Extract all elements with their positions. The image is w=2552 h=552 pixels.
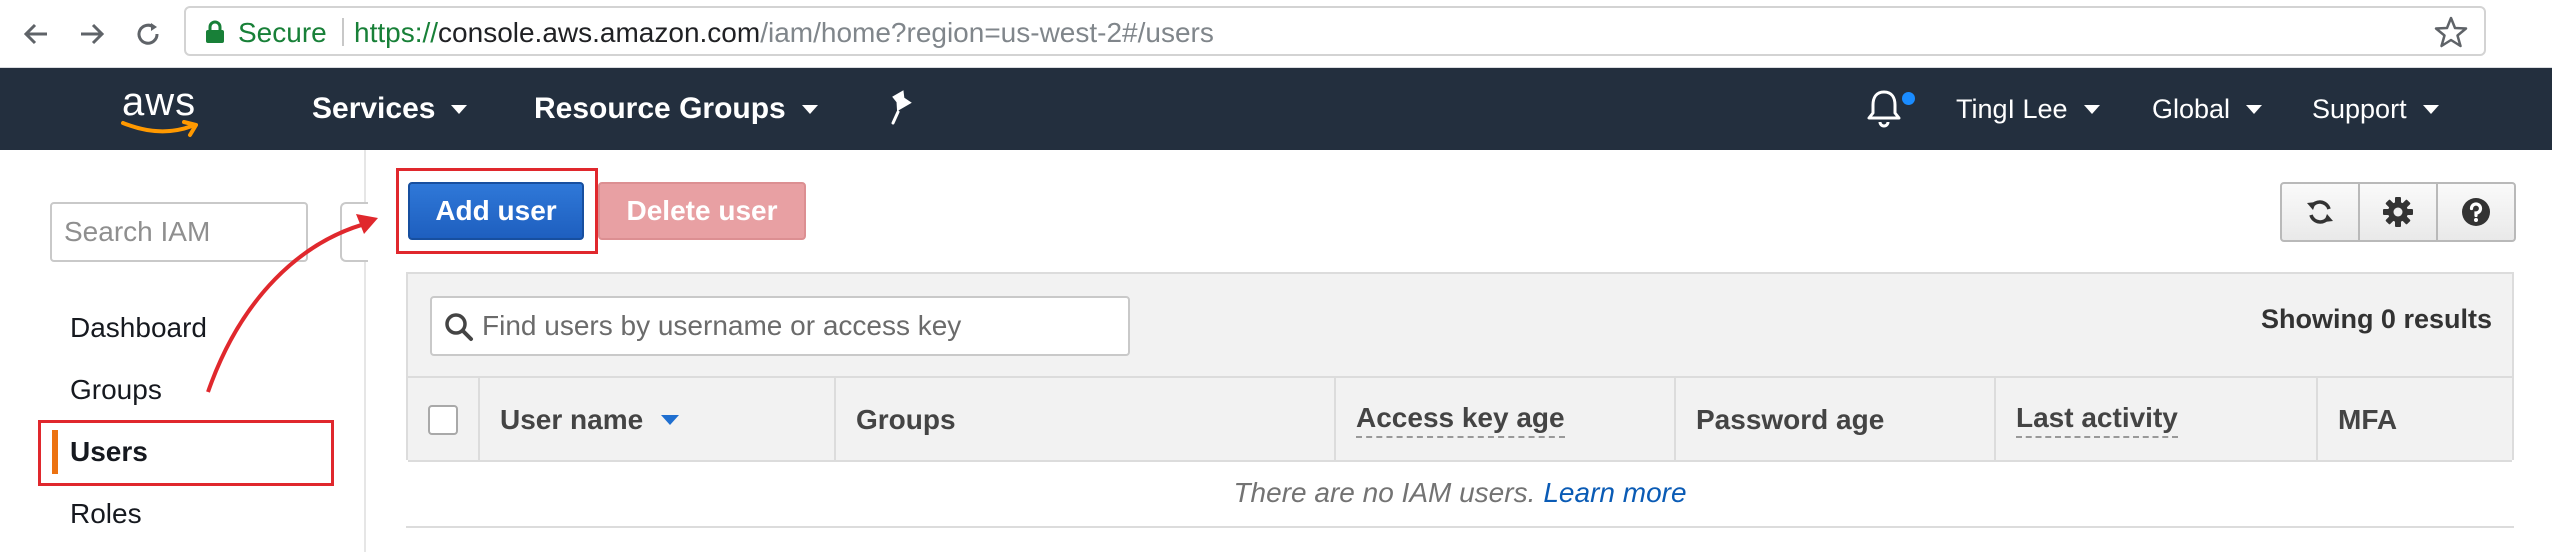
help-icon xyxy=(2462,198,2490,226)
pin-icon[interactable] xyxy=(884,90,918,126)
select-all-cell xyxy=(408,378,480,462)
password-age-header-label: Password age xyxy=(1696,404,1885,435)
aws-smile-icon xyxy=(121,120,198,137)
chevron-down-icon xyxy=(2246,105,2263,114)
column-header-groups[interactable]: Groups xyxy=(836,378,1336,462)
address-bar[interactable]: Secure https://console.aws.amazon.com/ia… xyxy=(184,6,2486,56)
column-header-user-name[interactable]: User name xyxy=(480,378,836,462)
table-header: User name Groups Access key age Password… xyxy=(408,376,2512,462)
iam-sidebar: Dashboard Groups Users Roles xyxy=(0,150,368,552)
help-button[interactable] xyxy=(2438,184,2514,240)
annotation-highlight-add-user xyxy=(396,168,598,254)
select-all-checkbox[interactable] xyxy=(428,405,458,435)
user-filter-input[interactable] xyxy=(480,304,1110,348)
bookmark-star-icon[interactable] xyxy=(2434,16,2468,48)
chevron-down-icon xyxy=(451,104,468,114)
reload-icon[interactable] xyxy=(126,12,170,56)
annotation-highlight-users xyxy=(38,420,334,486)
column-header-access-key-age[interactable]: Access key age xyxy=(1336,378,1676,462)
chevron-down-icon xyxy=(2422,105,2439,114)
settings-button[interactable] xyxy=(2360,184,2438,240)
learn-more-link[interactable]: Learn more xyxy=(1543,477,1686,509)
url-path: /iam/home?region=us-west-2#/users xyxy=(760,17,1214,48)
user-filter-box[interactable] xyxy=(430,296,1130,356)
services-menu[interactable]: Services xyxy=(312,92,468,126)
refresh-button[interactable] xyxy=(2282,184,2360,240)
groups-header-label: Groups xyxy=(856,404,956,435)
column-header-last-activity[interactable]: Last activity xyxy=(1996,378,2318,462)
last-activity-header-label: Last activity xyxy=(2016,402,2178,438)
services-label: Services xyxy=(312,92,436,125)
back-icon[interactable] xyxy=(14,12,58,56)
notifications-bell-icon[interactable] xyxy=(1862,86,1906,130)
empty-table-message: There are no IAM users. Learn more xyxy=(406,460,2514,528)
support-label: Support xyxy=(2312,94,2407,124)
sidebar-item-roles[interactable]: Roles xyxy=(70,498,142,530)
sidebar-item-groups[interactable]: Groups xyxy=(70,374,162,406)
resource-groups-label: Resource Groups xyxy=(534,92,786,125)
user-name-header-label: User name xyxy=(500,404,644,435)
omnibox-divider xyxy=(342,18,344,46)
forward-icon[interactable] xyxy=(70,12,114,56)
table-tools xyxy=(2280,182,2516,242)
user-name-label: TingI Lee xyxy=(1956,94,2068,124)
users-table-panel: Showing 0 results User name Groups Acces… xyxy=(406,272,2514,462)
access-key-age-header-label: Access key age xyxy=(1356,402,1565,438)
sidebar-item-dashboard[interactable]: Dashboard xyxy=(70,312,207,344)
url-host: console.aws.amazon.com xyxy=(438,17,761,48)
results-count: Showing 0 results xyxy=(2260,304,2492,334)
empty-text: There are no IAM users. xyxy=(1233,477,1536,508)
aws-logo-text: aws xyxy=(122,80,197,124)
sort-descending-icon xyxy=(661,415,680,425)
search-icon xyxy=(445,313,473,341)
aws-console-nav: aws Services Resource Groups TingI Lee G… xyxy=(0,68,2552,150)
lock-icon xyxy=(206,20,224,43)
region-label: Global xyxy=(2152,94,2231,124)
mfa-header-label: MFA xyxy=(2338,404,2398,435)
browser-toolbar: Secure https://console.aws.amazon.com/ia… xyxy=(0,0,2552,68)
support-menu[interactable]: Support xyxy=(2312,94,2439,125)
chevron-down-icon xyxy=(2083,105,2100,114)
url-scheme: https:// xyxy=(354,17,439,48)
url-text[interactable]: https://console.aws.amazon.com/iam/home?… xyxy=(354,17,1214,49)
secure-label: Secure xyxy=(238,17,327,48)
gear-icon xyxy=(2383,197,2413,227)
search-iam-input[interactable] xyxy=(50,202,308,262)
notification-dot xyxy=(1902,92,1915,105)
aws-logo[interactable]: aws xyxy=(118,76,208,138)
column-header-password-age[interactable]: Password age xyxy=(1676,378,1996,462)
region-menu[interactable]: Global xyxy=(2152,94,2263,125)
chevron-down-icon xyxy=(801,104,818,114)
resource-groups-menu[interactable]: Resource Groups xyxy=(534,92,818,126)
sidebar-collapse-toggle[interactable] xyxy=(340,202,368,262)
column-header-mfa[interactable]: MFA xyxy=(2318,378,2512,462)
refresh-icon xyxy=(2307,200,2333,224)
account-menu[interactable]: TingI Lee xyxy=(1956,94,2100,125)
delete-user-button[interactable]: Delete user xyxy=(598,182,806,240)
